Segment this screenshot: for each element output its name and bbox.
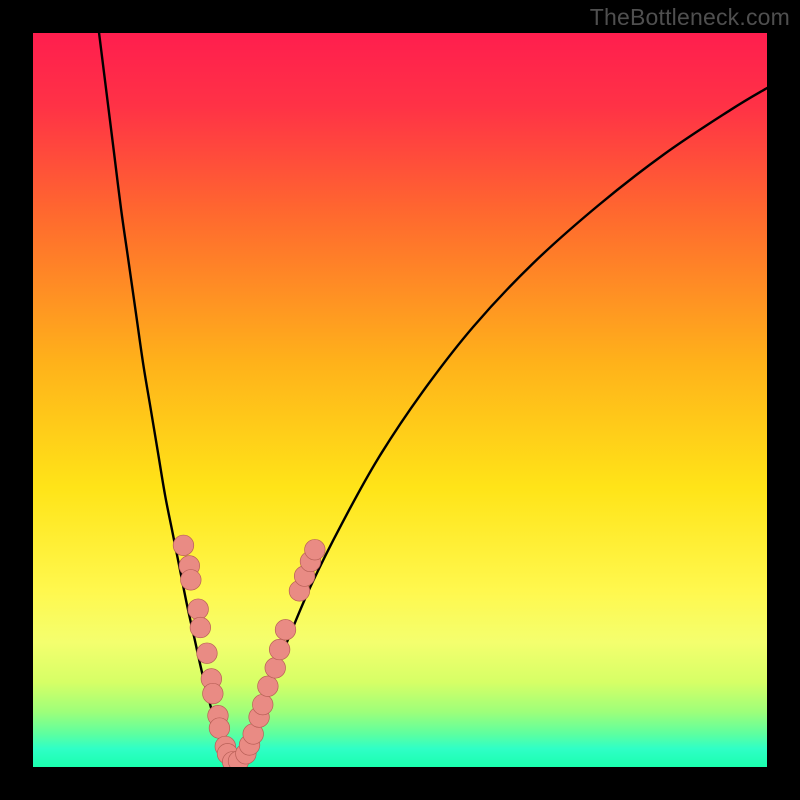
marker-point [173,535,194,556]
plot-area [33,33,767,767]
chart-stage: TheBottleneck.com [0,0,800,800]
marker-point [305,539,326,560]
marker-point [197,643,218,664]
marker-point [209,718,230,739]
marker-point [203,683,224,704]
marker-point [252,694,273,715]
marker-point [181,570,202,591]
marker-point [188,599,209,620]
marker-point [265,658,286,679]
marker-point [258,676,279,697]
watermark-text: TheBottleneck.com [590,4,790,31]
marker-point [275,619,296,640]
curve-right [239,88,767,763]
frame-left [0,0,33,800]
frame-bottom [0,767,800,800]
marker-group [173,535,325,767]
frame-right [767,0,800,800]
curves-layer [33,33,767,767]
marker-point [190,617,211,638]
marker-point [269,639,290,660]
